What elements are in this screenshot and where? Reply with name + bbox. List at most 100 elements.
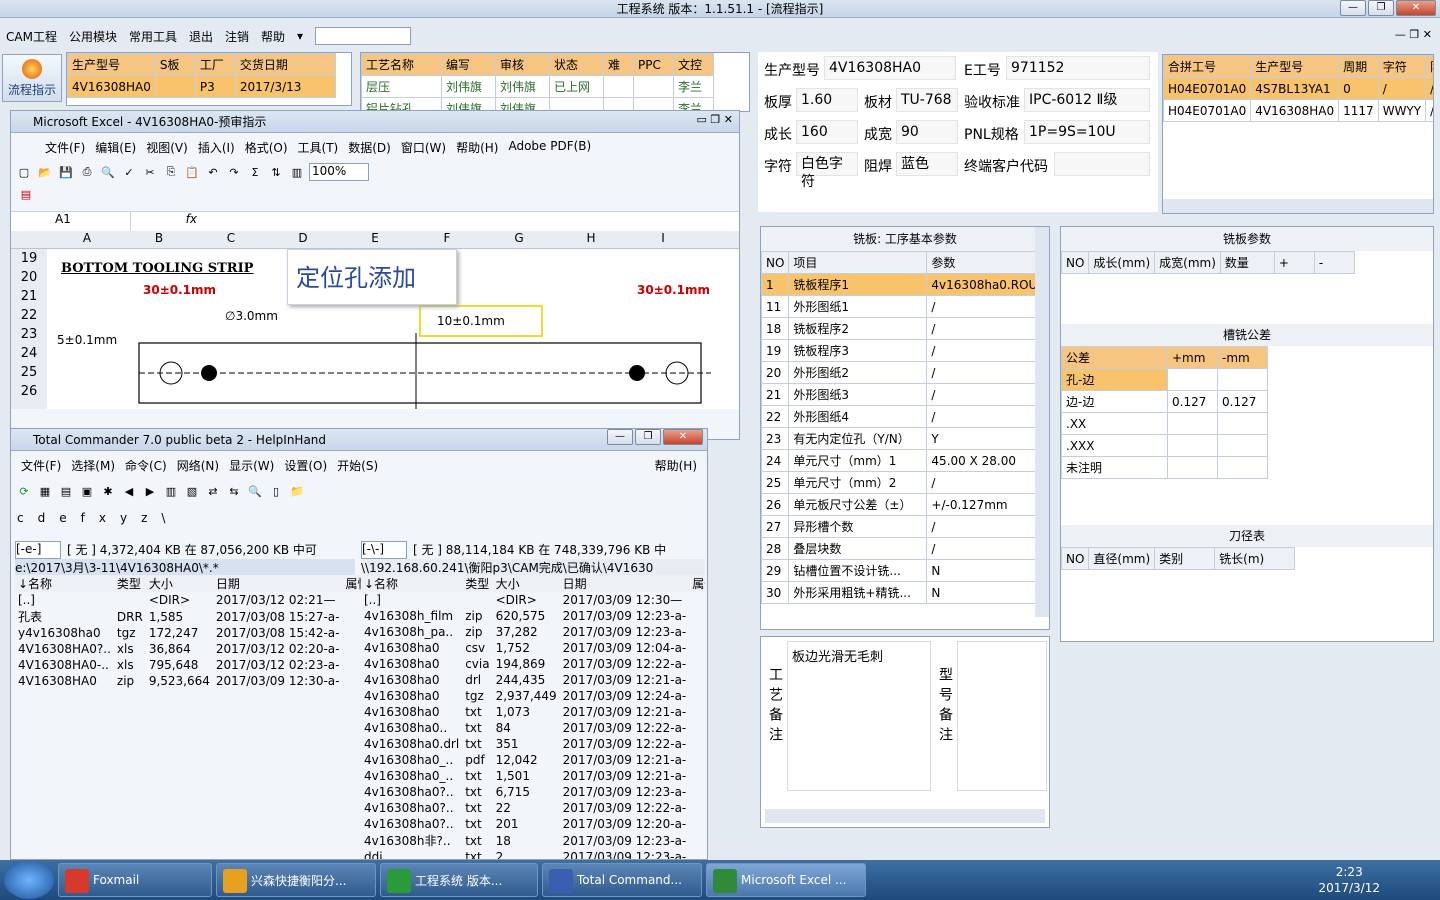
file-row[interactable]: 4v16308h_pa.. zip 37,282 2017/03/09 12:23-a… <box>361 624 705 640</box>
file-row[interactable]: 孔表 DRR 1,585 2017/03/08 15:27-a- <box>15 608 372 625</box>
cut-icon[interactable]: ✂ <box>141 163 159 181</box>
file-row[interactable]: 4v16308h非?.. txt 18 2017/03/09 12:23-a- <box>361 832 705 849</box>
col-header[interactable]: G <box>483 231 555 248</box>
new-icon[interactable]: ▢ <box>15 163 33 181</box>
row-header[interactable]: 19 <box>11 249 47 268</box>
task-engineering[interactable]: 工程系统 版本... <box>380 863 538 897</box>
task-excel[interactable]: Microsoft Excel ... <box>706 863 866 897</box>
col-header[interactable]: E <box>339 231 411 248</box>
menu-cam[interactable]: CAM工程 <box>0 28 63 45</box>
name-box[interactable]: A1 <box>11 212 131 231</box>
module-select[interactable] <box>315 27 412 45</box>
col-size[interactable]: 大小 <box>493 575 560 592</box>
drive-e[interactable]: e <box>59 511 66 529</box>
field-pnl[interactable]: 1P=9S=10U <box>1024 120 1150 144</box>
maximize-button[interactable]: ❐ <box>1368 0 1394 16</box>
col-no[interactable]: NO <box>1060 251 1090 274</box>
maximize-button[interactable]: ❐ <box>635 429 661 445</box>
view-icon[interactable]: ▦ <box>36 482 54 500</box>
table-row[interactable]: 4V16308HA0 P3 2017/3/13 <box>67 75 336 98</box>
excel-menu-tools[interactable]: 工具(T) <box>298 139 339 159</box>
table-row[interactable]: 29 钻槽位置不设计铣... N <box>761 559 1043 582</box>
col-plus[interactable]: +mm <box>1167 346 1218 369</box>
drive-y[interactable]: y <box>120 511 127 529</box>
table-row[interactable]: 边-边 0.127 0.127 <box>1061 390 1268 413</box>
copy-icon[interactable]: ⎘ <box>162 163 180 181</box>
invert-icon[interactable]: ✱ <box>99 482 117 500</box>
col-type[interactable]: 类别 <box>1154 547 1216 570</box>
col-ppc[interactable]: PPC <box>633 53 674 76</box>
col-header[interactable]: B <box>123 231 195 248</box>
fx-icon[interactable]: fx <box>131 212 201 231</box>
folder-icon[interactable]: 📁 <box>288 482 306 500</box>
table-row[interactable]: 孔-边 <box>1061 368 1268 391</box>
field-model[interactable]: 4V16308HA0 <box>824 56 956 80</box>
task-foxmail[interactable]: Foxmail <box>58 863 212 897</box>
sheet-area[interactable]: 19 20 21 22 23 24 25 26 BOTTOM TOOLING STRIP 30… <box>11 249 739 409</box>
menu-tools[interactable]: 常用工具 <box>123 28 183 45</box>
callout-note[interactable]: 定位孔添加 <box>287 249 457 305</box>
field-thick[interactable]: 1.60 <box>796 88 858 112</box>
ftp-icon[interactable]: ⇄ <box>204 482 222 500</box>
print-icon[interactable]: ⎙ <box>78 163 96 181</box>
table-row[interactable]: 20 外形图纸2/ <box>761 361 1043 384</box>
table-row[interactable]: 28 叠层块数 / <box>761 537 1043 560</box>
undo-icon[interactable]: ↶ <box>204 163 222 181</box>
col-date[interactable]: 交货日期 <box>234 53 336 76</box>
task-total-commander[interactable]: Total Command... <box>542 863 702 897</box>
col-attr[interactable]: 属性 <box>689 575 705 592</box>
right-drive-select[interactable]: [-\-] <box>361 541 407 559</box>
forward-icon[interactable]: ▶ <box>141 482 159 500</box>
zoom-select[interactable]: 100% <box>309 163 369 181</box>
col-item[interactable]: 项目 <box>788 251 928 274</box>
file-row[interactable]: y4v16308ha0 tgz 172,247 2017/03/08 15:42-a- <box>15 625 372 641</box>
open-icon[interactable]: 📂 <box>36 163 54 181</box>
clock[interactable]: 2:23 2017/3/12 <box>1318 864 1380 896</box>
chart-icon[interactable]: ▥ <box>288 163 306 181</box>
minimize-button[interactable]: — <box>607 429 633 445</box>
col-name[interactable]: ↓名称 <box>361 575 462 592</box>
field-cust[interactable] <box>1054 152 1150 176</box>
file-row[interactable]: 4V16308HA0?.. xls 36,864 2017/03/12 02:20-a… <box>15 641 372 657</box>
table-row[interactable]: 26 单元板尺寸公差（±） +/-0.127mm <box>761 493 1043 516</box>
menu-exit[interactable]: 退出 <box>183 28 219 45</box>
file-row[interactable]: 4v16308ha0?.. txt 22 2017/03/09 12:22-a- <box>361 800 705 816</box>
drive-z[interactable]: z <box>141 511 147 529</box>
col-type[interactable]: 类型 <box>114 575 146 592</box>
excel-menu-insert[interactable]: 插入(I) <box>198 139 235 159</box>
col-mask[interactable]: 阻焊 <box>1425 55 1433 78</box>
row-header[interactable]: 24 <box>11 344 47 363</box>
file-row[interactable]: 4v16308ha0.drl txt 351 2017/03/09 12:22-a- <box>361 736 705 752</box>
back-icon[interactable]: ◀ <box>120 482 138 500</box>
table-row[interactable]: 11 外形图纸1/ <box>761 295 1043 318</box>
h-scrollbar[interactable] <box>765 809 1045 823</box>
excel-menu-format[interactable]: 格式(O) <box>245 139 288 159</box>
table-row[interactable]: H04E0701A0 4V16308HA0 1117 WWYY / <box>1163 99 1433 122</box>
file-row[interactable]: 4v16308ha0 drl 244,435 2017/03/09 12:21-a- <box>361 672 705 688</box>
row-header[interactable]: 26 <box>11 382 47 401</box>
col-header[interactable]: H <box>555 231 627 248</box>
v-scrollbar[interactable] <box>1035 227 1049 617</box>
col-status[interactable]: 状态 <box>549 53 604 76</box>
file-row[interactable]: 4v16308ha0?.. txt 201 2017/03/09 12:20-a- <box>361 816 705 832</box>
mdi-controls[interactable]: — ❐ ✕ <box>1395 28 1432 41</box>
process-remark-text[interactable]: 板边光滑无毛刺 <box>787 641 931 791</box>
minimize-button[interactable]: — <box>1340 0 1366 16</box>
excel-menu-view[interactable]: 视图(V) <box>146 139 188 159</box>
table-row[interactable]: 18 铣板程序2/ <box>761 317 1043 340</box>
excel-menu-pdf[interactable]: Adobe PDF(B) <box>508 139 591 159</box>
file-row[interactable]: 4V16308HA0-.. xls 795,648 2017/03/12 02:23-… <box>15 657 372 673</box>
excel-window-controls[interactable]: ▭ ❐ ✕ <box>697 113 733 126</box>
col-diameter[interactable]: 直径(mm) <box>1088 547 1156 570</box>
col-header[interactable]: F <box>411 231 483 248</box>
col-width[interactable]: 成宽(mm) <box>1154 251 1221 274</box>
close-button[interactable]: ✕ <box>663 429 703 445</box>
file-row[interactable]: 4v16308ha0?.. txt 6,715 2017/03/09 12:23-a- <box>361 784 705 800</box>
refresh-icon[interactable]: ⟳ <box>15 482 33 500</box>
tc-menu-start[interactable]: 开始(S) <box>337 457 378 475</box>
url-icon[interactable]: ⇆ <box>225 482 243 500</box>
col-tol[interactable]: 公差 <box>1061 346 1168 369</box>
paste-icon[interactable]: 📋 <box>183 163 201 181</box>
table-row[interactable]: 层压 刘伟旗 刘伟旗 已上网 李兰 <box>361 75 714 98</box>
drive-d[interactable]: d <box>38 511 46 529</box>
